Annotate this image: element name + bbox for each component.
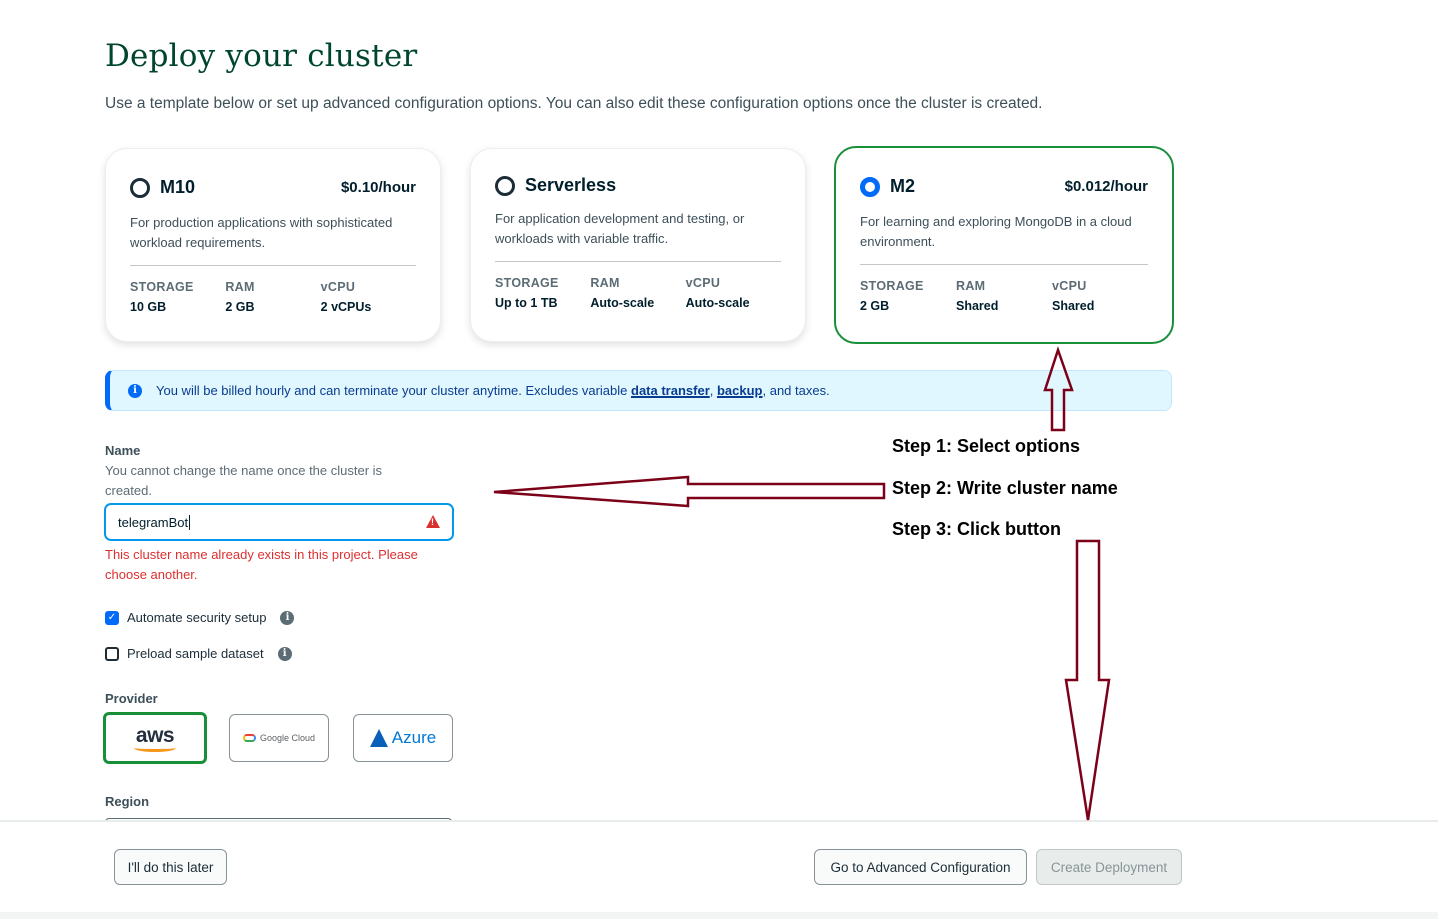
page-subtitle: Use a template below or set up advanced … — [105, 95, 1043, 112]
automate-security-checkbox[interactable]: ✓ — [105, 610, 119, 625]
spec-label: RAM — [225, 280, 255, 294]
tier-price: $0.012/hour — [1064, 178, 1148, 195]
name-label: Name — [105, 443, 141, 458]
info-icon: i — [128, 383, 142, 398]
tier-name: M2 — [890, 176, 916, 196]
tier-card-m10[interactable]: M10 $0.10/hour For production applicatio… — [105, 148, 441, 342]
tier-name: M10 — [160, 177, 196, 197]
tier-card-m2[interactable]: M2 $0.012/hour For learning and explorin… — [834, 146, 1174, 344]
warning-icon — [426, 515, 440, 528]
annotation-arrows — [493, 346, 1111, 821]
arrow-down-icon — [1064, 539, 1111, 821]
spec-value: Auto-scale — [685, 296, 750, 310]
name-help-text: You cannot change the name once the clus… — [105, 463, 383, 498]
spec-label: STORAGE — [860, 279, 924, 293]
radio-m2-selected[interactable] — [860, 176, 880, 197]
spec-label: STORAGE — [495, 276, 559, 290]
tier-description: For application development and testing,… — [495, 211, 745, 246]
spec-label: vCPU — [1052, 279, 1087, 293]
divider — [495, 261, 781, 262]
annotation-step-1: Step 1: Select options — [892, 436, 1081, 456]
name-error-message: This cluster name already exists in this… — [105, 547, 418, 582]
provider-azure[interactable]: Azure — [353, 714, 453, 762]
tier-description: For learning and exploring MongoDB in a … — [860, 214, 1132, 249]
spec-label: vCPU — [320, 280, 356, 294]
spec-value: Shared — [1052, 299, 1095, 313]
tier-card-serverless[interactable]: Serverless For application development a… — [470, 148, 806, 342]
divider — [860, 264, 1148, 265]
spec-value: 2 vCPUs — [320, 300, 372, 314]
spec-label: STORAGE — [130, 280, 194, 294]
radio-serverless[interactable] — [495, 175, 515, 196]
spec-value: Shared — [956, 299, 999, 313]
annotation-step-2: Step 2: Write cluster name — [892, 478, 1118, 498]
preload-sample-row[interactable]: Preload sample dataset i — [105, 646, 292, 661]
aws-logo-icon: aws — [134, 725, 176, 752]
azure-logo-icon: Azure — [369, 728, 436, 748]
cluster-name-input[interactable]: telegramBot — [104, 503, 454, 541]
divider — [130, 265, 416, 266]
annotation-step-3: Step 3: Click button — [892, 519, 1062, 539]
tier-price: $0.10/hour — [340, 179, 416, 196]
spec-label: RAM — [590, 276, 620, 290]
info-icon[interactable]: i — [280, 610, 295, 625]
provider-label: Provider — [105, 691, 158, 706]
google-cloud-logo-icon: Google Cloud — [242, 733, 315, 743]
info-icon[interactable]: i — [277, 646, 292, 661]
preload-sample-checkbox[interactable] — [105, 646, 119, 661]
do-this-later-button[interactable]: I'll do this later — [114, 849, 227, 885]
footer-bottom-strip — [0, 912, 1438, 919]
arrow-left-icon — [493, 475, 886, 508]
provider-aws[interactable]: aws — [103, 712, 207, 764]
preload-sample-label: Preload sample dataset — [127, 646, 264, 661]
region-label: Region — [105, 794, 150, 809]
automate-security-label: Automate security setup — [127, 610, 267, 625]
page-title: Deploy your cluster — [105, 38, 418, 74]
radio-m10[interactable] — [130, 177, 150, 198]
automate-security-row[interactable]: ✓ Automate security setup i — [105, 610, 295, 625]
cluster-name-value: telegramBot — [118, 514, 189, 530]
banner-text-end: , and taxes. — [762, 383, 830, 398]
spec-label: RAM — [956, 279, 986, 293]
text-caret — [189, 514, 191, 530]
create-deployment-button[interactable]: Create Deployment — [1036, 849, 1182, 885]
banner-comma: , — [709, 383, 717, 398]
spec-value: Up to 1 TB — [495, 296, 558, 310]
advanced-configuration-button[interactable]: Go to Advanced Configuration — [814, 849, 1027, 885]
spec-value: 10 GB — [130, 300, 167, 314]
backup-link[interactable]: backup — [717, 383, 763, 398]
spec-value: 2 GB — [225, 300, 255, 314]
spec-label: vCPU — [685, 276, 721, 290]
tier-name: Serverless — [525, 175, 617, 195]
spec-value: Auto-scale — [590, 296, 655, 310]
data-transfer-link[interactable]: data transfer — [631, 383, 710, 398]
banner-text: You will be billed hourly and can termin… — [156, 383, 631, 398]
spec-value: 2 GB — [860, 299, 890, 313]
billing-info-banner: i You will be billed hourly and can term… — [105, 370, 1172, 411]
provider-google-cloud[interactable]: Google Cloud — [229, 714, 329, 762]
tier-description: For production applications with sophist… — [130, 215, 393, 250]
